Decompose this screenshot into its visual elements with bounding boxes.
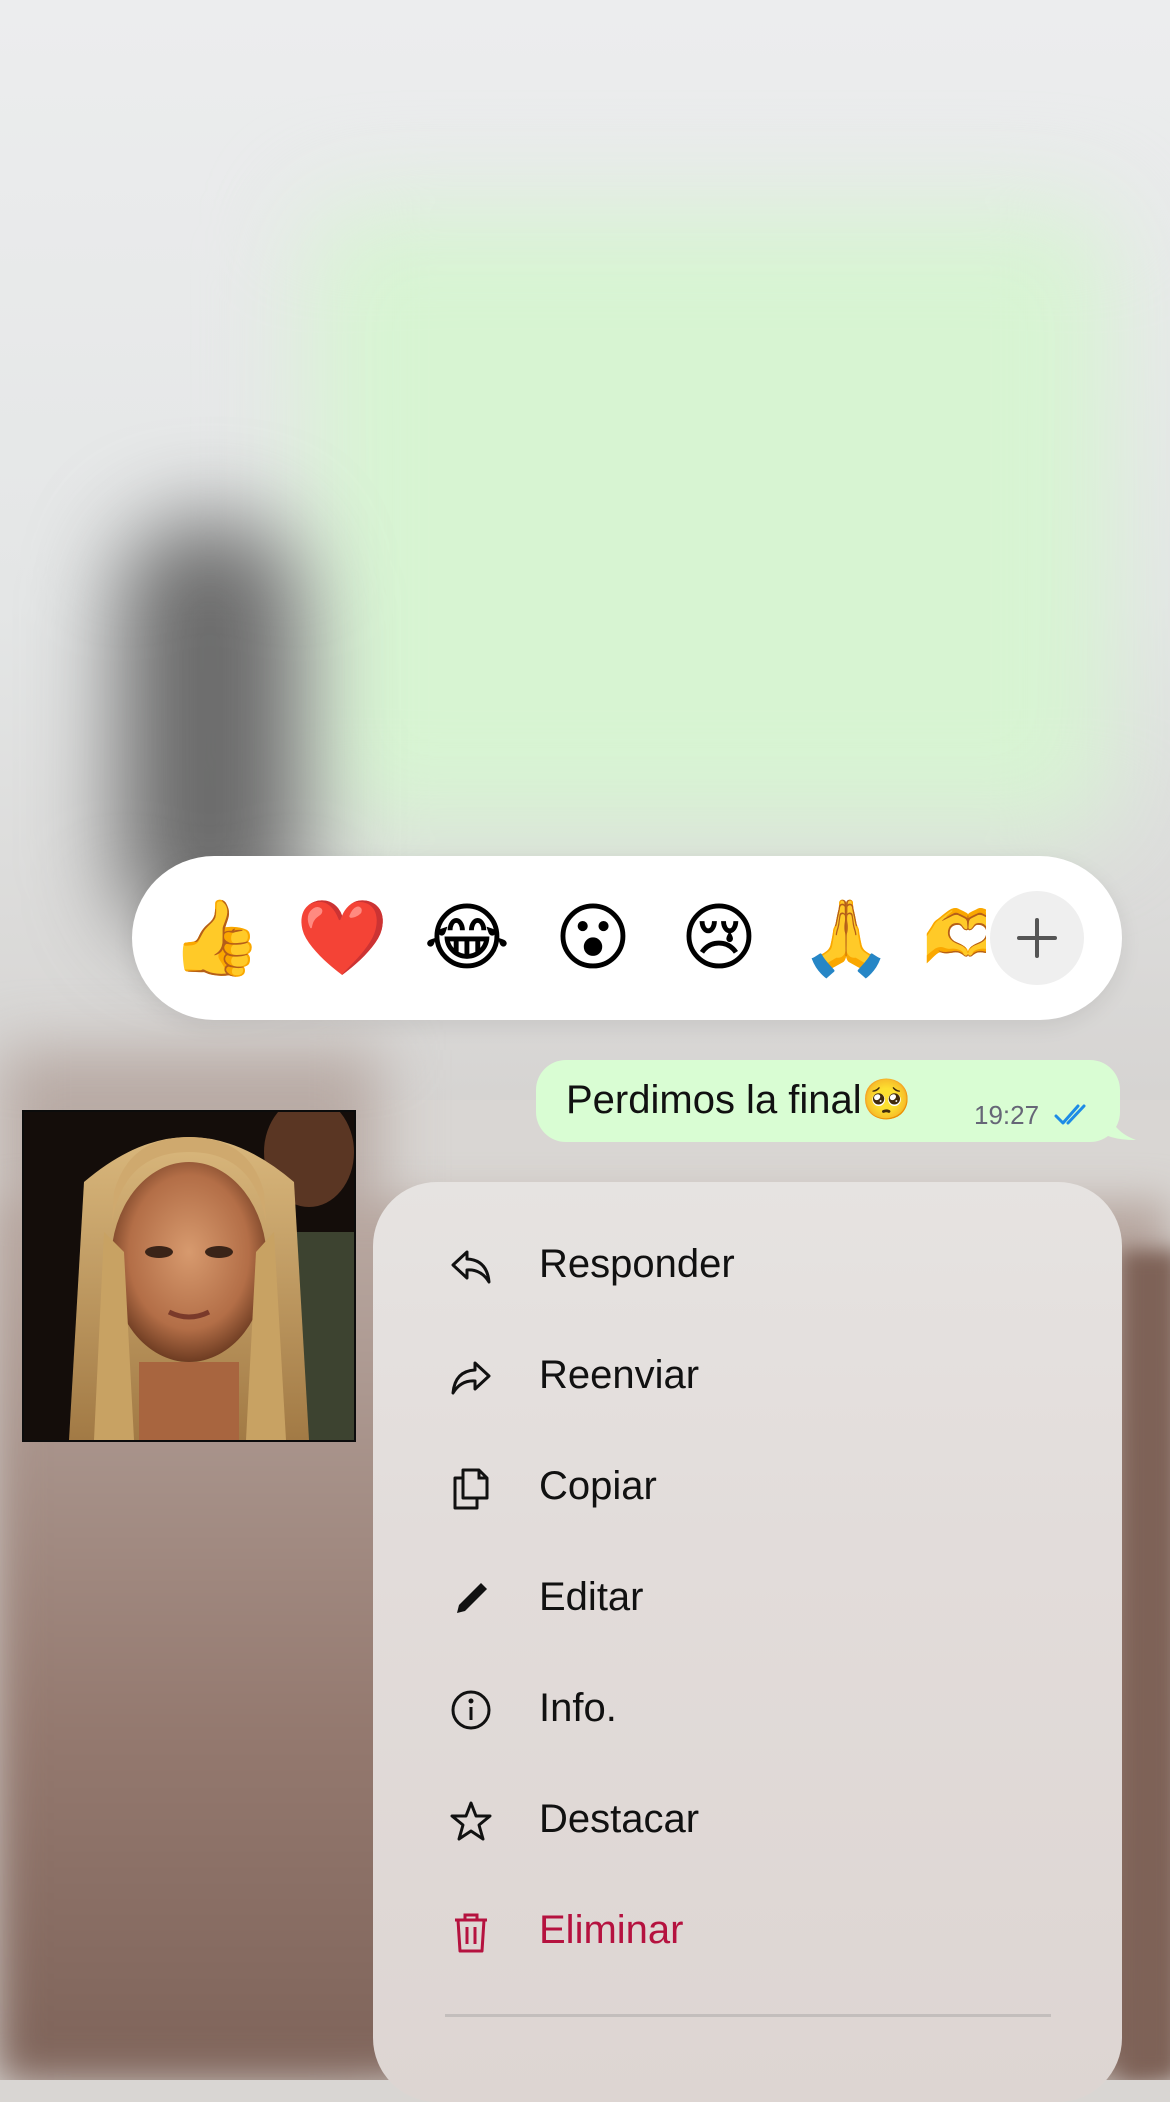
message-bubble[interactable]: Perdimos la final🥺 19:27 xyxy=(536,1060,1120,1142)
copy-icon xyxy=(453,1468,489,1510)
more-reactions-button[interactable] xyxy=(990,891,1084,985)
star-icon xyxy=(450,1801,492,1841)
reaction-crying-face[interactable]: 😢 xyxy=(674,893,764,983)
message-text: Perdimos la final🥺 xyxy=(566,1078,912,1122)
blurred-right-edge xyxy=(1120,1250,1170,2080)
menu-item-label: Editar xyxy=(539,1575,644,1619)
sticker-image[interactable] xyxy=(22,1110,356,1442)
menu-item-delete[interactable]: Eliminar xyxy=(373,1882,1122,1982)
pencil-icon xyxy=(457,1583,487,1613)
menu-item-label: Destacar xyxy=(539,1797,700,1841)
info-icon xyxy=(451,1690,491,1730)
reaction-thumbs-up[interactable]: 👍 xyxy=(170,893,262,983)
message-time: 19:27 xyxy=(974,1100,1040,1130)
menu-divider xyxy=(445,2014,1051,2017)
forward-icon xyxy=(451,1361,491,1395)
reaction-surprised-face[interactable]: 😮 xyxy=(548,893,638,983)
menu-item-label: Responder xyxy=(539,1242,735,1286)
trash-icon xyxy=(455,1913,487,1953)
double-check-icon xyxy=(1054,1104,1086,1125)
menu-item-info[interactable]: Info. xyxy=(373,1660,1122,1760)
menu-item-label: Info. xyxy=(539,1686,617,1730)
reaction-tears-of-joy[interactable]: 😂 xyxy=(422,893,512,983)
menu-item-forward[interactable]: Reenviar xyxy=(373,1327,1122,1427)
menu-item-copy[interactable]: Copiar xyxy=(373,1438,1122,1538)
reaction-red-heart[interactable]: ❤️ xyxy=(296,893,388,983)
menu-item-reply[interactable]: Responder xyxy=(373,1216,1122,1316)
sticker-portrait xyxy=(24,1112,354,1440)
reply-icon xyxy=(451,1250,491,1284)
context-menu: Responder Reenviar Copiar Editar Info. D… xyxy=(373,1182,1122,2102)
menu-item-label: Reenviar xyxy=(539,1353,700,1397)
reaction-partial-emoji[interactable]: 🫶 xyxy=(922,893,986,983)
blurred-bubble xyxy=(310,210,1110,830)
reaction-bar: 👍 ❤️ 😂 😮 😢 🙏 🫶 xyxy=(132,856,1122,1020)
reaction-folded-hands[interactable]: 🙏 xyxy=(800,893,892,983)
menu-item-label: Eliminar xyxy=(539,1908,684,1952)
menu-item-edit[interactable]: Editar xyxy=(373,1549,1122,1649)
reaction-partial-clip: 🫶 xyxy=(912,893,986,983)
menu-item-star[interactable]: Destacar xyxy=(373,1771,1122,1871)
menu-item-label: Copiar xyxy=(539,1464,657,1508)
